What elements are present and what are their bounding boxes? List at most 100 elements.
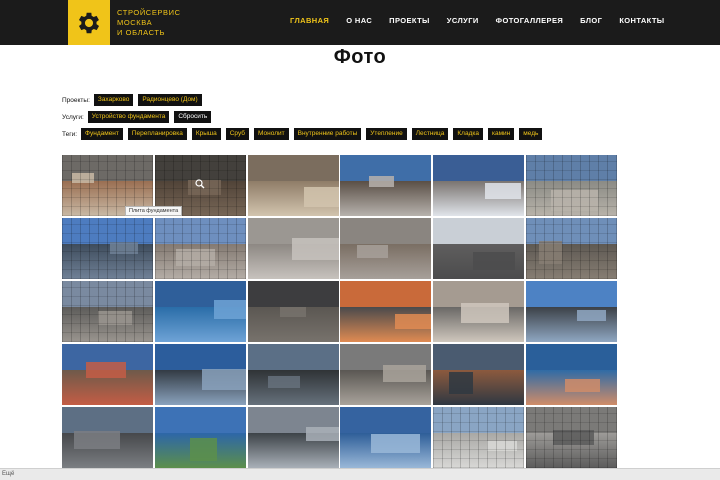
tag-chip[interactable]: Лестница bbox=[411, 128, 449, 140]
rebar-pattern bbox=[525, 155, 617, 216]
gallery-photo[interactable] bbox=[433, 344, 525, 405]
rebar-pattern bbox=[154, 218, 246, 279]
brand-line: МОСКВА bbox=[117, 18, 153, 27]
tag-chip[interactable]: Сруб bbox=[225, 128, 250, 140]
rebar-pattern bbox=[433, 407, 525, 468]
gallery-photo[interactable] bbox=[340, 155, 432, 216]
nav-item-blog[interactable]: БЛОГ bbox=[580, 16, 602, 25]
photo-detail bbox=[213, 300, 246, 319]
gallery-photo[interactable] bbox=[154, 218, 246, 279]
photo-sky bbox=[340, 407, 432, 435]
photo-sky bbox=[154, 407, 246, 435]
photo-detail bbox=[303, 187, 339, 207]
tag-chip[interactable]: Крыша bbox=[191, 128, 221, 140]
photo-gallery bbox=[62, 155, 617, 468]
tag-chip[interactable]: Фундамент bbox=[81, 128, 123, 140]
photo-detail bbox=[291, 238, 339, 260]
services-filter-row: Услуги: Устройство фундамента Сбросить bbox=[62, 111, 216, 123]
gallery-photo[interactable] bbox=[433, 218, 525, 279]
gallery-photo[interactable] bbox=[62, 344, 153, 405]
services-filter-label: Услуги: bbox=[62, 113, 84, 121]
gallery-photo[interactable] bbox=[433, 155, 525, 216]
gallery-photo[interactable] bbox=[340, 281, 432, 342]
brand-name[interactable]: СТРОЙСЕРВИС МОСКВА И ОБЛАСТЬ bbox=[117, 8, 181, 38]
brand-line: СТРОЙСЕРВИС bbox=[117, 8, 181, 17]
photo-detail bbox=[383, 365, 427, 382]
gallery-photo[interactable] bbox=[340, 218, 432, 279]
photo-sky bbox=[433, 344, 525, 372]
gallery-photo[interactable] bbox=[62, 218, 153, 279]
brand-line: И ОБЛАСТЬ bbox=[117, 28, 166, 37]
tag-chip[interactable]: медь bbox=[519, 128, 543, 140]
gallery-photo[interactable] bbox=[154, 407, 246, 468]
photo-sky bbox=[433, 218, 525, 246]
gallery-photo[interactable] bbox=[247, 344, 339, 405]
photo-detail bbox=[189, 438, 217, 461]
projects-filter-label: Проекты: bbox=[62, 96, 90, 104]
photo-detail bbox=[564, 379, 600, 392]
photo-detail bbox=[305, 427, 339, 441]
status-text: Ещё bbox=[2, 471, 15, 477]
tag-chip[interactable]: камин bbox=[487, 128, 515, 140]
rebar-pattern bbox=[62, 218, 153, 279]
top-navigation-bar: СТРОЙСЕРВИС МОСКВА И ОБЛАСТЬ ГЛАВНАЯ О Н… bbox=[0, 0, 720, 45]
page-title: Фото bbox=[333, 46, 387, 68]
gallery-photo[interactable] bbox=[247, 218, 339, 279]
photo-detail bbox=[357, 245, 389, 258]
browser-status-bar: Ещё bbox=[0, 468, 720, 480]
nav-item-projects[interactable]: ПРОЕКТЫ bbox=[389, 16, 430, 25]
nav-item-about[interactable]: О НАС bbox=[346, 16, 372, 25]
nav-item-contacts[interactable]: КОНТАКТЫ bbox=[619, 16, 664, 25]
photo-detail bbox=[267, 376, 300, 388]
rebar-pattern bbox=[525, 218, 617, 279]
photo-detail bbox=[86, 362, 126, 378]
gallery-photo[interactable] bbox=[525, 344, 617, 405]
zoom-icon[interactable] bbox=[195, 179, 205, 189]
project-chip[interactable]: Захарково bbox=[93, 94, 134, 106]
nav-item-services[interactable]: УСЛУГИ bbox=[447, 16, 479, 25]
photo-detail bbox=[369, 176, 395, 187]
gallery-photo[interactable] bbox=[525, 218, 617, 279]
project-chip[interactable]: Радионцево (Дом) bbox=[138, 94, 202, 106]
tag-chip[interactable]: Монолит bbox=[254, 128, 289, 140]
tags-filter-row: Теги: Фундамент Перепланировка Крыша Сру… bbox=[62, 128, 547, 140]
gallery-photo[interactable] bbox=[247, 407, 339, 468]
gallery-photo[interactable] bbox=[62, 281, 153, 342]
rebar-pattern bbox=[62, 281, 153, 342]
photo-detail bbox=[576, 310, 606, 321]
nav-item-gallery[interactable]: ФОТОГАЛЛЕРЕЯ bbox=[496, 16, 563, 25]
gallery-photo[interactable] bbox=[340, 407, 432, 468]
logo[interactable] bbox=[68, 0, 110, 45]
gallery-photo[interactable] bbox=[525, 155, 617, 216]
gallery-photo[interactable] bbox=[433, 281, 525, 342]
gallery-photo[interactable] bbox=[525, 407, 617, 468]
projects-filter-row: Проекты: Захарково Радионцево (Дом) bbox=[62, 94, 207, 106]
gallery-photo[interactable] bbox=[247, 281, 339, 342]
photo-detail bbox=[485, 183, 522, 199]
photo-detail bbox=[279, 307, 306, 317]
photo-tooltip: Плита фундамента bbox=[125, 206, 183, 216]
photo-detail bbox=[449, 372, 474, 394]
tag-chip[interactable]: Перепланировка bbox=[127, 128, 187, 140]
tag-chip[interactable]: Кладка bbox=[453, 128, 483, 140]
tag-chip[interactable]: Утепление bbox=[366, 128, 407, 140]
reset-filter-button[interactable]: Сбросить bbox=[174, 111, 212, 123]
tag-chip[interactable]: Внутренние работы bbox=[293, 128, 362, 140]
photo-detail bbox=[461, 303, 510, 323]
photo-ground bbox=[433, 369, 525, 405]
photo-sky bbox=[433, 155, 525, 183]
photo-sky bbox=[525, 281, 617, 309]
gallery-photo[interactable] bbox=[340, 344, 432, 405]
gallery-photo[interactable] bbox=[247, 155, 339, 216]
gallery-photo[interactable] bbox=[154, 281, 246, 342]
photo-detail bbox=[473, 252, 516, 270]
photo-sky bbox=[340, 218, 432, 246]
gallery-photo[interactable] bbox=[525, 281, 617, 342]
gallery-photo[interactable] bbox=[154, 344, 246, 405]
rebar-pattern bbox=[525, 407, 617, 468]
service-chip[interactable]: Устройство фундамента bbox=[87, 111, 170, 123]
gallery-photo[interactable] bbox=[62, 407, 153, 468]
gallery-photo[interactable] bbox=[433, 407, 525, 468]
main-nav: ГЛАВНАЯ О НАС ПРОЕКТЫ УСЛУГИ ФОТОГАЛЛЕРЕ… bbox=[290, 16, 665, 25]
nav-item-home[interactable]: ГЛАВНАЯ bbox=[290, 16, 329, 25]
